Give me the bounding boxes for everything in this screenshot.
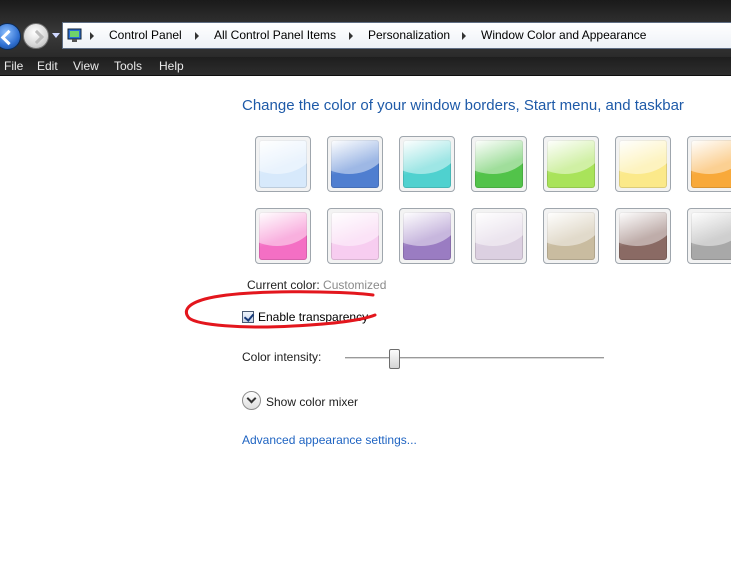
control-panel-icon bbox=[67, 28, 82, 42]
swatch-fill bbox=[691, 212, 731, 260]
breadcrumb-separator-icon[interactable] bbox=[90, 32, 94, 40]
swatch-fill bbox=[691, 140, 731, 188]
swatch-fill bbox=[331, 212, 379, 260]
address-bar[interactable]: Control Panel All Control Panel Items Pe… bbox=[62, 22, 731, 49]
current-color-label: Current color: bbox=[247, 278, 320, 292]
breadcrumb-window-color[interactable]: Window Color and Appearance bbox=[481, 23, 646, 48]
swatch-fill bbox=[475, 140, 523, 188]
swatch-fill bbox=[619, 140, 667, 188]
breadcrumb-control-panel[interactable]: Control Panel bbox=[109, 23, 182, 48]
menu-help[interactable]: Help bbox=[159, 57, 184, 76]
swatch-fill bbox=[619, 212, 667, 260]
breadcrumb-separator-icon[interactable] bbox=[195, 32, 199, 40]
swatch-fill bbox=[547, 140, 595, 188]
back-button[interactable] bbox=[0, 23, 21, 50]
color-swatch-sea[interactable] bbox=[399, 136, 455, 192]
color-swatch-pumpkin[interactable] bbox=[687, 136, 731, 192]
color-swatch-lilac[interactable] bbox=[471, 208, 527, 264]
color-swatch-twilight[interactable] bbox=[327, 136, 383, 192]
swatch-fill bbox=[403, 212, 451, 260]
show-color-mixer-chevron-icon[interactable] bbox=[242, 391, 261, 410]
color-intensity-track[interactable] bbox=[345, 357, 604, 360]
menu-edit[interactable]: Edit bbox=[37, 57, 58, 76]
show-color-mixer-label[interactable]: Show color mixer bbox=[266, 395, 358, 409]
color-swatch-leaf[interactable] bbox=[471, 136, 527, 192]
recent-pages-dropdown[interactable] bbox=[52, 33, 60, 38]
color-swatch-blush[interactable] bbox=[255, 208, 311, 264]
color-intensity-slider-thumb[interactable] bbox=[389, 349, 400, 369]
color-swatch-lavender[interactable] bbox=[327, 208, 383, 264]
color-swatch-sky[interactable] bbox=[255, 136, 311, 192]
enable-transparency-checkbox[interactable] bbox=[242, 311, 254, 323]
color-swatch-lime[interactable] bbox=[543, 136, 599, 192]
menu-tools[interactable]: Tools bbox=[114, 57, 142, 76]
advanced-appearance-link[interactable]: Advanced appearance settings... bbox=[242, 433, 417, 447]
enable-transparency-label[interactable]: Enable transparency bbox=[258, 310, 368, 324]
color-swatch-slate[interactable] bbox=[687, 208, 731, 264]
page-title: Change the color of your window borders,… bbox=[242, 97, 684, 114]
breadcrumb-personalization[interactable]: Personalization bbox=[368, 23, 450, 48]
swatch-fill bbox=[547, 212, 595, 260]
swatch-fill bbox=[259, 212, 307, 260]
color-swatch-lemon[interactable] bbox=[615, 136, 671, 192]
breadcrumb-separator-icon[interactable] bbox=[462, 32, 466, 40]
swatch-fill bbox=[403, 140, 451, 188]
breadcrumb-separator-icon[interactable] bbox=[349, 32, 353, 40]
current-color-value: Customized bbox=[323, 278, 387, 292]
current-color-text: Current color: Customized bbox=[247, 278, 386, 292]
breadcrumb-all-items[interactable]: All Control Panel Items bbox=[214, 23, 336, 48]
color-swatch-chocolate[interactable] bbox=[615, 208, 671, 264]
color-swatch-taupe[interactable] bbox=[543, 208, 599, 264]
color-swatch-violet[interactable] bbox=[399, 208, 455, 264]
swatch-fill bbox=[259, 140, 307, 188]
swatch-fill bbox=[475, 212, 523, 260]
menu-file[interactable]: File bbox=[4, 57, 23, 76]
menu-view[interactable]: View bbox=[73, 57, 99, 76]
title-bar: Control Panel All Control Panel Items Pe… bbox=[0, 0, 731, 57]
color-intensity-label: Color intensity: bbox=[242, 350, 322, 364]
swatch-fill bbox=[331, 140, 379, 188]
menu-bar: File Edit View Tools Help bbox=[0, 57, 731, 76]
forward-button[interactable] bbox=[23, 23, 49, 49]
